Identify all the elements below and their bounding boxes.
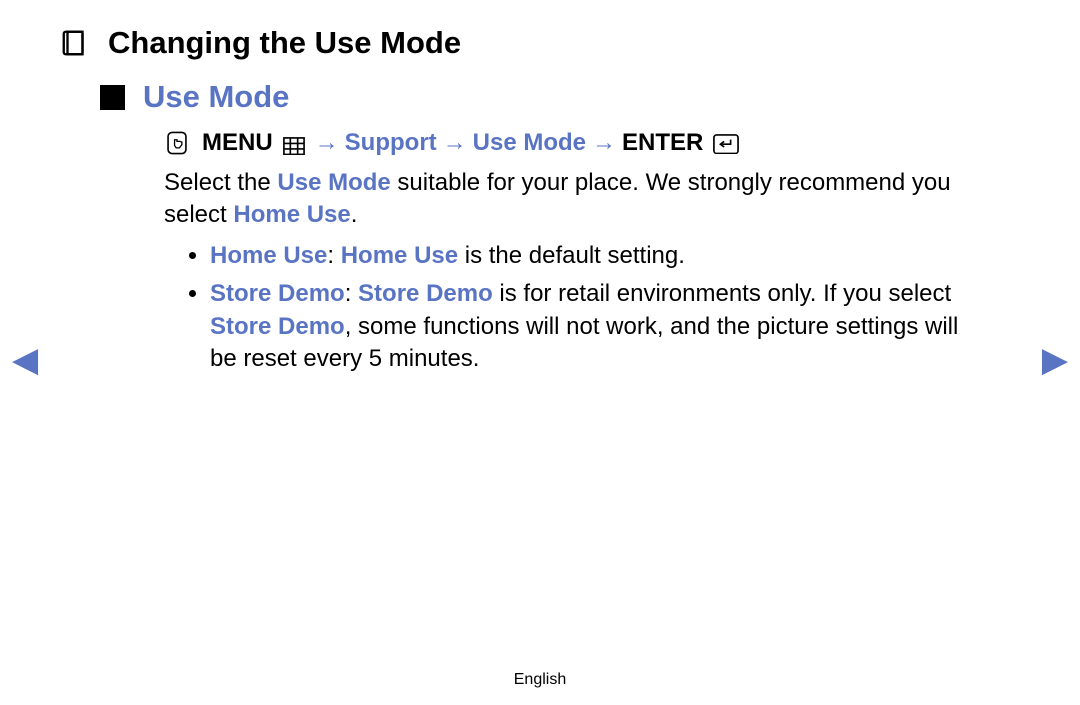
text: is the default setting. xyxy=(458,242,685,269)
page-title: Changing the Use Mode xyxy=(108,25,461,61)
options-list: Home Use: Home Use is the default settin… xyxy=(164,240,980,376)
list-item: Store Demo: Store Demo is for retail env… xyxy=(210,278,980,375)
square-bullet-icon xyxy=(100,85,125,110)
highlight: Store Demo xyxy=(358,280,493,307)
section-heading-row: Use Mode xyxy=(100,79,1020,115)
prev-page-arrow[interactable]: ◀ xyxy=(12,340,38,380)
highlight: Home Use xyxy=(341,242,458,269)
menu-grid-icon xyxy=(283,134,305,152)
highlight: Home Use xyxy=(210,242,327,269)
highlight-use-mode: Use Mode xyxy=(277,169,390,196)
nav-enter-label: ENTER xyxy=(622,129,703,157)
text: is for retail environments only. If you … xyxy=(493,280,951,307)
enter-return-icon xyxy=(713,133,739,153)
nav-arrow-2: → xyxy=(443,129,467,157)
menu-navigation-path: MENU → Support → Use Mode → ENTER xyxy=(164,129,980,157)
nav-menu-label: MENU xyxy=(202,129,273,157)
remote-hand-icon xyxy=(164,130,190,156)
highlight-home-use: Home Use xyxy=(233,201,350,228)
nav-path-usemode: Use Mode xyxy=(473,129,586,157)
book-icon xyxy=(60,28,90,58)
nav-path-support: Support xyxy=(345,129,437,157)
text: : xyxy=(327,242,340,269)
section-title: Use Mode xyxy=(143,79,289,115)
nav-arrow-1: → xyxy=(315,129,339,157)
footer-language: English xyxy=(0,671,1080,689)
highlight: Store Demo xyxy=(210,280,345,307)
text: . xyxy=(351,201,358,228)
text: : xyxy=(345,280,358,307)
next-page-arrow[interactable]: ▶ xyxy=(1042,340,1068,380)
page-title-row: Changing the Use Mode xyxy=(60,25,1020,61)
highlight: Store Demo xyxy=(210,313,345,340)
text: Select the xyxy=(164,169,277,196)
intro-paragraph: Select the Use Mode suitable for your pl… xyxy=(164,167,980,232)
list-item: Home Use: Home Use is the default settin… xyxy=(210,240,980,272)
nav-arrow-3: → xyxy=(592,129,616,157)
